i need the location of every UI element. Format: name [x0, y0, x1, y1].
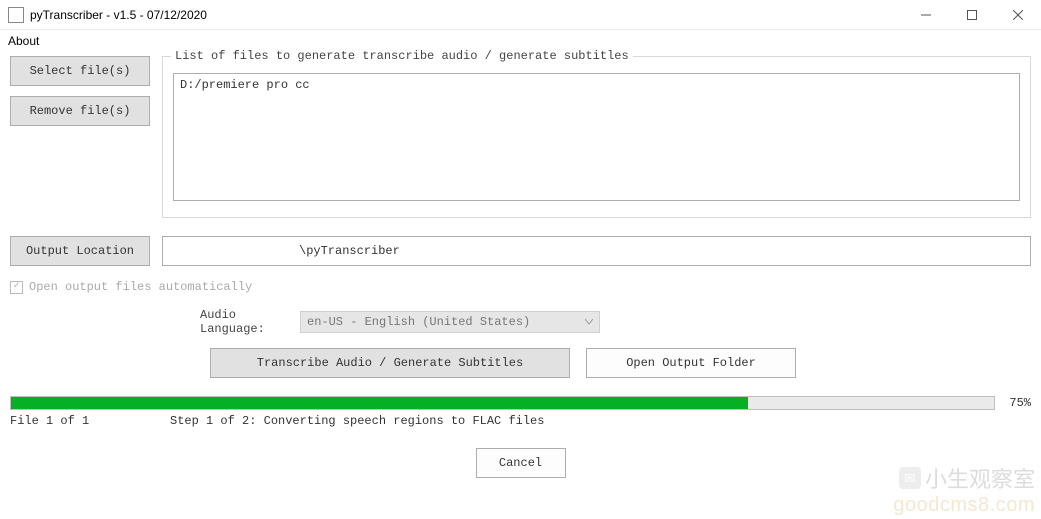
progress-file-label: File 1 of 1 — [10, 414, 170, 428]
watermark-en: goodcms8.com — [893, 494, 1035, 517]
audio-language-label: Audio Language: — [10, 308, 300, 336]
output-location-button[interactable]: Output Location — [10, 236, 150, 266]
file-list-group: List of files to generate transcribe aud… — [162, 56, 1031, 218]
file-list-item[interactable]: D:/premiere pro cc — [180, 78, 1013, 92]
file-list-label: List of files to generate transcribe aud… — [171, 49, 633, 63]
app-icon — [8, 7, 24, 23]
open-output-folder-button[interactable]: Open Output Folder — [586, 348, 796, 378]
file-list[interactable]: D:/premiere pro cc — [173, 73, 1020, 201]
output-path-redacted — [169, 244, 299, 258]
transcribe-button[interactable]: Transcribe Audio / Generate Subtitles — [210, 348, 570, 378]
maximize-button[interactable] — [949, 0, 995, 30]
progress-fill — [11, 397, 748, 409]
open-auto-checkbox[interactable] — [10, 281, 23, 294]
remove-files-button[interactable]: Remove file(s) — [10, 96, 150, 126]
progress-percent: 75% — [1003, 396, 1031, 410]
output-location-field[interactable]: \pyTranscriber — [162, 236, 1031, 266]
close-button[interactable] — [995, 0, 1041, 30]
audio-language-select[interactable]: en-US - English (United States) — [300, 311, 600, 333]
menu-about[interactable]: About — [8, 34, 39, 48]
chevron-down-icon — [585, 315, 593, 329]
select-files-button[interactable]: Select file(s) — [10, 56, 150, 86]
progress-bar — [10, 396, 995, 410]
audio-language-selected: en-US - English (United States) — [307, 315, 530, 329]
titlebar: pyTranscriber - v1.5 - 07/12/2020 — [0, 0, 1041, 30]
progress-step-label: Step 1 of 2: Converting speech regions t… — [170, 414, 544, 428]
cancel-button[interactable]: Cancel — [476, 448, 566, 478]
minimize-button[interactable] — [903, 0, 949, 30]
window-title: pyTranscriber - v1.5 - 07/12/2020 — [30, 8, 903, 22]
open-auto-label: Open output files automatically — [29, 280, 252, 294]
output-path-suffix: \pyTranscriber — [299, 244, 400, 258]
